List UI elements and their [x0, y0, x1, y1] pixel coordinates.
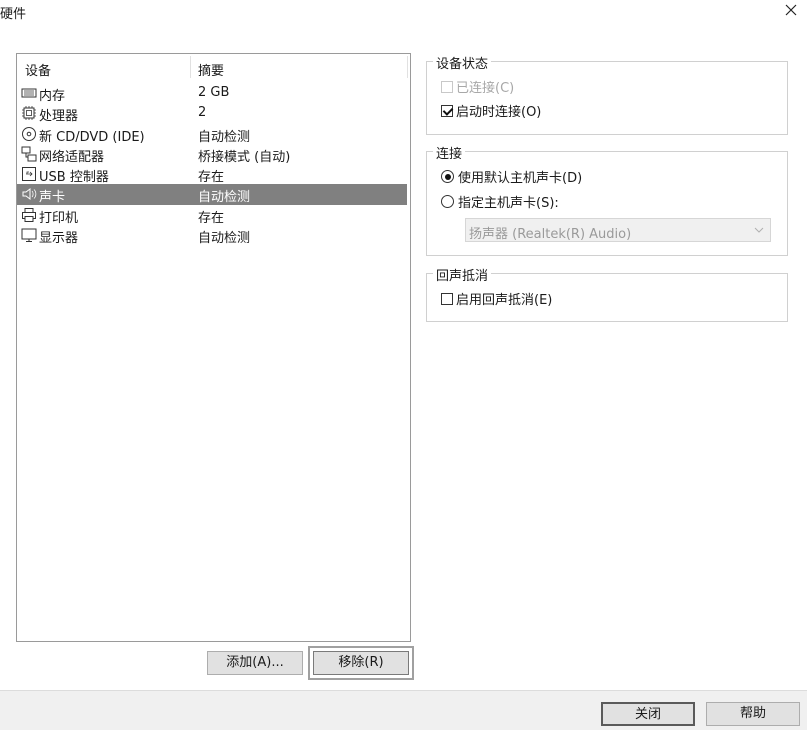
connection-legend: 连接 — [433, 143, 466, 162]
device-summary: 桥接模式 (自动) — [198, 149, 291, 165]
column-divider[interactable] — [190, 56, 191, 78]
device-status-group: 设备状态 已连接(C) 启动时连接(O) — [426, 53, 788, 135]
device-summary: 2 — [198, 105, 207, 121]
list-header: 设备 摘要 — [17, 54, 410, 80]
device-row-printer[interactable]: 打印机 存在 — [17, 205, 407, 226]
device-row-network-adapter[interactable]: 网络适配器 桥接模式 (自动) — [17, 144, 407, 165]
device-name: USB 控制器 — [39, 170, 109, 186]
column-divider[interactable] — [407, 56, 408, 78]
usb-controller-icon — [21, 166, 37, 182]
host-sound-card-select[interactable]: 扬声器 (Realtek(R) Audio) — [465, 218, 771, 242]
connect-at-power-on-label: 启动时连接(O) — [456, 105, 542, 120]
echo-cancel-group: 回声抵消 启用回声抵消(E) — [426, 265, 788, 322]
display-icon — [21, 227, 37, 243]
use-default-label: 使用默认主机声卡(D) — [458, 171, 583, 186]
device-row-display[interactable]: 显示器 自动检测 — [17, 225, 407, 247]
title-bar: 硬件 — [0, 0, 807, 30]
add-button[interactable]: 添加(A)... — [207, 651, 303, 675]
host-sound-card-value: 扬声器 (Realtek(R) Audio) — [469, 227, 632, 242]
device-summary: 存在 — [198, 210, 225, 226]
remove-button[interactable]: 移除(R) — [308, 646, 414, 680]
echo-cancel-row[interactable]: 启用回声抵消(E) — [441, 289, 552, 308]
device-row-memory[interactable]: 内存 2 GB — [17, 83, 407, 104]
device-summary: 自动检测 — [198, 190, 251, 206]
speaker-icon — [21, 186, 37, 202]
device-summary: 自动检测 — [198, 231, 251, 247]
column-header-device[interactable]: 设备 — [25, 60, 51, 79]
window-title: 硬件 — [0, 7, 27, 22]
device-name: 内存 — [39, 89, 66, 104]
connected-checkbox[interactable] — [441, 80, 453, 93]
device-summary: 自动检测 — [198, 129, 251, 145]
device-status-legend: 设备状态 — [433, 53, 492, 72]
device-name: 打印机 — [39, 210, 79, 226]
device-summary: 2 GB — [198, 85, 230, 100]
specify-radio-row[interactable]: 指定主机声卡(S): — [441, 192, 559, 211]
device-list[interactable]: 设备 摘要 内存 2 GB 处理器 2 新 CD/DVD (IDE) 自动检测 — [16, 53, 411, 642]
help-button[interactable]: 帮助 — [706, 702, 800, 726]
close-button[interactable]: 关闭 — [601, 702, 695, 726]
connect-at-power-on-row[interactable]: 启动时连接(O) — [441, 101, 541, 120]
device-name: 处理器 — [39, 109, 79, 125]
printer-icon — [21, 207, 37, 223]
echo-cancel-label: 启用回声抵消(E) — [456, 293, 553, 308]
connect-at-power-on-checkbox[interactable] — [441, 104, 453, 117]
device-row-sound-card[interactable]: 声卡 自动检测 — [17, 184, 407, 206]
memory-icon — [21, 85, 37, 101]
echo-cancel-legend: 回声抵消 — [433, 265, 492, 284]
cd-dvd-icon — [21, 126, 37, 142]
device-row-cd-dvd[interactable]: 新 CD/DVD (IDE) 自动检测 — [17, 124, 407, 145]
device-name: 网络适配器 — [39, 149, 105, 165]
processor-icon — [21, 105, 37, 121]
device-name: 声卡 — [39, 190, 66, 206]
echo-cancel-checkbox[interactable] — [441, 292, 453, 305]
connection-group: 连接 使用默认主机声卡(D) 指定主机声卡(S): 扬声器 (Realtek(R… — [426, 143, 788, 256]
device-name: 新 CD/DVD (IDE) — [39, 129, 145, 145]
device-name: 显示器 — [39, 231, 79, 247]
use-default-radio-row[interactable]: 使用默认主机声卡(D) — [441, 167, 582, 186]
specify-radio[interactable] — [441, 195, 454, 208]
device-rows: 内存 2 GB 处理器 2 新 CD/DVD (IDE) 自动检测 网络适配器 … — [17, 83, 410, 247]
chevron-down-icon — [754, 224, 764, 239]
column-header-summary[interactable]: 摘要 — [198, 60, 224, 79]
use-default-radio[interactable] — [441, 170, 454, 183]
device-summary: 存在 — [198, 170, 225, 186]
device-row-usb-controller[interactable]: USB 控制器 存在 — [17, 164, 407, 186]
connected-label: 已连接(C) — [456, 81, 515, 96]
connected-checkbox-row[interactable]: 已连接(C) — [441, 77, 514, 96]
network-adapter-icon — [21, 146, 37, 162]
close-icon[interactable] — [781, 0, 801, 20]
device-row-processor[interactable]: 处理器 2 — [17, 103, 407, 125]
specify-label: 指定主机声卡(S): — [458, 196, 559, 211]
